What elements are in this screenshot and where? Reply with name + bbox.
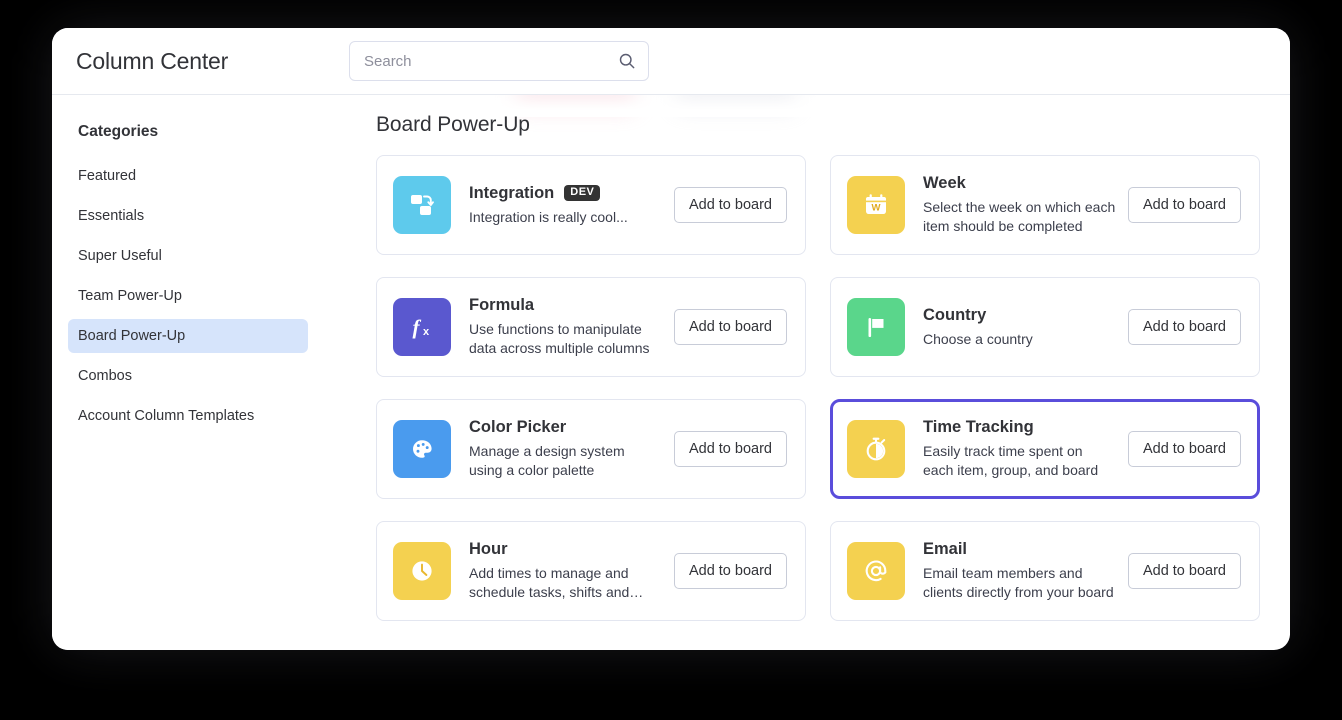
card-title-row: Week	[923, 174, 1116, 193]
status-badge: DEV	[564, 185, 601, 201]
add-to-board-button[interactable]: Add to board	[1127, 553, 1241, 589]
flag-icon	[847, 298, 905, 356]
card-title: Hour	[469, 540, 508, 558]
sidebar-item-essentials[interactable]: Essentials	[68, 199, 308, 233]
card-text: Hour Add times to manage and schedule ta…	[469, 540, 674, 602]
card-text: Country Choose a country	[923, 306, 1128, 349]
card-description: Choose a country	[923, 330, 1033, 347]
ghost-shape-gray	[676, 95, 796, 109]
sidebar-item-featured[interactable]: Featured	[68, 159, 308, 193]
card-email[interactable]: Email Email team members and clients dir…	[830, 521, 1260, 621]
sidebar-item-combos[interactable]: Combos	[68, 359, 308, 393]
sidebar-item-label: Account Column Templates	[78, 408, 255, 424]
search-box[interactable]	[349, 41, 649, 81]
svg-text:W: W	[872, 202, 881, 213]
card-text: Time Tracking Easily track time spent on…	[923, 418, 1128, 480]
calendar-week-icon: W	[847, 176, 905, 234]
card-hour[interactable]: Hour Add times to manage and schedule ta…	[376, 521, 806, 621]
svg-text:x: x	[423, 326, 430, 338]
sidebar-item-account-column-templates[interactable]: Account Column Templates	[68, 399, 308, 433]
search-input[interactable]	[349, 41, 649, 81]
page-title: Column Center	[76, 47, 229, 74]
card-title-row: Hour	[469, 540, 662, 559]
power-up-grid: Integration DEV Integration is really co…	[376, 155, 1260, 621]
card-text: Email Email team members and clients dir…	[923, 540, 1128, 602]
card-formula[interactable]: f x Formula Use functions to manipulate …	[376, 277, 806, 377]
stopwatch-icon	[847, 420, 905, 478]
svg-text:f: f	[413, 315, 422, 339]
content-area: Board Power-Up Integration DEV Integrati…	[324, 95, 1290, 650]
formula-fx-icon: f x	[393, 298, 451, 356]
card-time-tracking[interactable]: Time Tracking Easily track time spent on…	[830, 399, 1260, 499]
at-sign-icon	[847, 542, 905, 600]
card-title-row: Email	[923, 540, 1116, 559]
add-to-board-button[interactable]: Add to board	[673, 309, 787, 345]
card-integration[interactable]: Integration DEV Integration is really co…	[376, 155, 806, 255]
screen-root: Column Center Categories Featured	[0, 0, 1342, 720]
card-title: Integration	[469, 183, 555, 202]
sidebar-item-board-power-up[interactable]: Board Power-Up	[68, 319, 308, 353]
card-title-row: Formula	[469, 296, 662, 315]
card-description: Select the week on which each item shoul…	[923, 199, 1116, 234]
card-title: Email	[923, 540, 968, 558]
card-title: Country	[923, 305, 987, 324]
card-title-row: Time Tracking	[923, 418, 1116, 437]
sidebar-item-label: Featured	[78, 168, 137, 184]
card-title: Week	[923, 174, 966, 192]
card-color-picker[interactable]: Color Picker Manage a design system usin…	[376, 399, 806, 499]
sidebar-item-super-useful[interactable]: Super Useful	[68, 239, 308, 273]
card-description: Email team members and clients directly …	[923, 565, 1114, 600]
add-to-board-button[interactable]: Add to board	[673, 553, 787, 589]
card-description: Use functions to manipulate data across …	[469, 321, 650, 356]
add-to-board-button[interactable]: Add to board	[1127, 309, 1241, 345]
card-text: Integration DEV Integration is really co…	[469, 184, 674, 227]
sidebar-item-team-power-up[interactable]: Team Power-Up	[68, 279, 308, 313]
card-title: Formula	[469, 296, 535, 314]
card-description: Integration is really cool...	[469, 208, 628, 225]
sidebar-item-label: Super Useful	[78, 248, 162, 264]
add-to-board-button[interactable]: Add to board	[673, 431, 787, 467]
card-description: Manage a design system using a color pal…	[469, 443, 625, 478]
section-title: Board Power-Up	[376, 113, 530, 136]
app-window: Column Center Categories Featured	[52, 28, 1290, 650]
card-text: Color Picker Manage a design system usin…	[469, 418, 674, 480]
sidebar-item-label: Combos	[78, 368, 132, 384]
card-title: Time Tracking	[923, 418, 1034, 436]
sidebar: Categories Featured Essentials Super Use…	[52, 95, 324, 650]
app-body: Categories Featured Essentials Super Use…	[52, 95, 1290, 650]
sidebar-item-label: Team Power-Up	[78, 288, 182, 304]
sidebar-heading: Categories	[78, 123, 159, 140]
integration-icon	[393, 176, 451, 234]
card-title-row: Country	[923, 306, 1116, 325]
card-text: Formula Use functions to manipulate data…	[469, 296, 674, 358]
card-text: Week Select the week on which each item …	[923, 174, 1128, 236]
card-title-row: Integration DEV	[469, 184, 662, 203]
ghost-shape-pink	[516, 95, 636, 109]
card-title-row: Color Picker	[469, 418, 662, 437]
sidebar-item-label: Board Power-Up	[78, 328, 186, 344]
add-to-board-button[interactable]: Add to board	[1127, 431, 1241, 467]
app-header: Column Center	[52, 28, 1290, 95]
sidebar-item-label: Essentials	[78, 208, 145, 224]
card-title: Color Picker	[469, 418, 567, 436]
clock-icon	[393, 542, 451, 600]
card-description: Easily track time spent on each item, gr…	[923, 443, 1099, 478]
card-description: Add times to manage and schedule tasks, …	[469, 565, 644, 600]
card-country[interactable]: Country Choose a country Add to board	[830, 277, 1260, 377]
add-to-board-button[interactable]: Add to board	[1127, 187, 1241, 223]
card-week[interactable]: W Week Select the week on which each ite…	[830, 155, 1260, 255]
add-to-board-button[interactable]: Add to board	[673, 187, 787, 223]
scrolled-content-ghost	[376, 95, 996, 115]
palette-icon	[393, 420, 451, 478]
